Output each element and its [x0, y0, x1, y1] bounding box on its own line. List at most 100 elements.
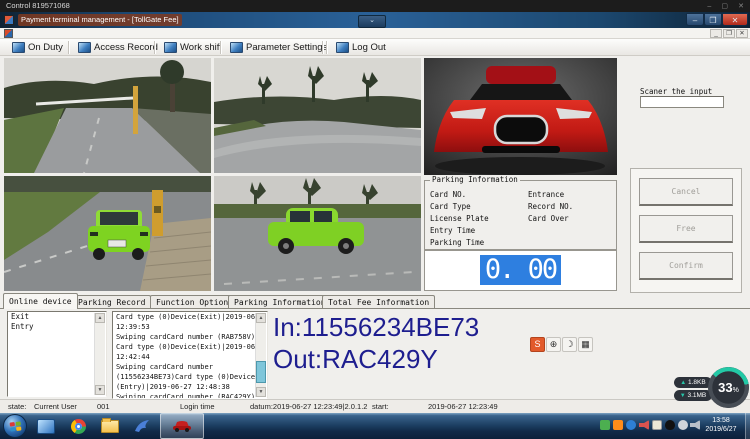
- taskbar-chrome-button[interactable]: [63, 413, 93, 439]
- record-no-label: Record NO.: [528, 202, 573, 211]
- cancel-button[interactable]: Cancel: [639, 178, 733, 206]
- blue-bird-icon: [134, 419, 150, 433]
- ime-logo-icon[interactable]: S: [530, 337, 545, 352]
- parameter-settings-button[interactable]: Parameter Settings: [226, 41, 331, 54]
- scroll-up-icon[interactable]: ▲: [95, 313, 105, 323]
- tray-orange-app-icon[interactable]: [613, 420, 623, 430]
- event-log-scrollbar[interactable]: ▲ ▼: [255, 313, 266, 397]
- upload-speed: 1.8KB: [688, 379, 706, 386]
- log-line: 12:42:44: [113, 352, 256, 362]
- window-minimize-button[interactable]: –: [686, 13, 704, 26]
- log-line: Card type (0)Device(Exit)|2019-06-27: [113, 342, 256, 352]
- minimize-icon[interactable]: –: [707, 3, 711, 10]
- scroll-down-icon[interactable]: ▼: [256, 387, 266, 397]
- start-button[interactable]: [3, 414, 27, 438]
- on-duty-label: On Duty: [28, 42, 63, 53]
- device-list[interactable]: Exit Entry ▲ ▼: [7, 311, 107, 397]
- camera-feed-top-left: [4, 58, 211, 173]
- log-line: Swiping cardCard number: [113, 362, 256, 372]
- confirm-button[interactable]: Confirm: [639, 252, 733, 280]
- access-record-label: Access Record: [94, 42, 158, 53]
- access-record-button[interactable]: Access Record: [74, 41, 162, 54]
- mdi-close-button[interactable]: ✕: [736, 29, 748, 38]
- tab-total-fee-information[interactable]: Total Fee Information: [322, 295, 435, 308]
- fee-amount: 0. 00: [480, 255, 561, 285]
- log-out-label: Log Out: [352, 42, 386, 53]
- maximize-icon[interactable]: ▢: [721, 3, 728, 10]
- entry-time-label: Entry Time: [430, 226, 475, 235]
- parameter-settings-label: Parameter Settings: [246, 42, 327, 53]
- log-out-button[interactable]: Log Out: [332, 41, 390, 54]
- close-icon[interactable]: ✕: [738, 3, 744, 10]
- ime-halfmoon-icon[interactable]: ☽: [562, 337, 577, 352]
- tray-flag-alert-icon[interactable]: [652, 420, 662, 430]
- tab-function-option[interactable]: Function Option: [150, 295, 234, 308]
- download-speed: 3.1MB: [687, 392, 706, 399]
- work-shift-icon: [164, 42, 177, 53]
- on-duty-button[interactable]: On Duty: [8, 41, 67, 54]
- net-percent: 33: [718, 380, 732, 395]
- event-log[interactable]: Card type (0)Device(Exit)|2019-06-27 12:…: [112, 311, 268, 399]
- vehicle-photo: [424, 58, 617, 175]
- window-close-button[interactable]: ✕: [722, 13, 748, 26]
- log-line: (Entry)|2019-06-27 12:48:38: [113, 382, 256, 392]
- tray-speaker-red-icon[interactable]: [639, 420, 649, 430]
- tray-teamviewer-icon[interactable]: [626, 420, 636, 430]
- camera-feed-bottom-right: [214, 176, 421, 291]
- parking-time-label: Parking Time: [430, 238, 484, 247]
- desktop-title: Control 819571068: [6, 0, 70, 12]
- work-shift-button[interactable]: Work shift: [160, 41, 226, 54]
- upload-arrow-icon: ▲: [680, 380, 686, 386]
- mdi-minimize-button[interactable]: _: [710, 29, 722, 38]
- free-button[interactable]: Free: [639, 215, 733, 243]
- on-duty-icon: [12, 42, 25, 53]
- state-label: state:: [8, 400, 26, 413]
- tab-parking-information[interactable]: Parking Information: [228, 295, 332, 308]
- window-title: Payment terminal management - [TollGate …: [18, 14, 182, 26]
- status-bar: state: Current User 001 Login time datum…: [0, 399, 750, 413]
- taskbar-media-app-button[interactable]: [127, 413, 157, 439]
- mdi-restore-button[interactable]: ❐: [723, 29, 735, 38]
- tray-sync-icon[interactable]: [678, 420, 688, 430]
- ime-keyboard-icon[interactable]: ▦: [578, 337, 593, 352]
- clock-time: 13:58: [698, 416, 744, 425]
- net-upload-pill: ▲ 1.8KB: [674, 377, 712, 388]
- taskbar-explorer-button[interactable]: [95, 413, 125, 439]
- toolbar-separator: [220, 41, 221, 54]
- tab-parking-record[interactable]: Parking Record: [72, 295, 151, 308]
- window-maximize-button[interactable]: ❐: [704, 13, 722, 26]
- show-desktop-button[interactable]: [745, 413, 750, 439]
- mdi-child-icon: [4, 29, 13, 38]
- tab-divider: [0, 308, 750, 309]
- net-percent-unit: %: [733, 387, 739, 394]
- tab-online-device[interactable]: Online device: [3, 293, 78, 309]
- device-list-scrollbar[interactable]: ▲ ▼: [94, 313, 105, 395]
- red-car-icon: [172, 419, 192, 433]
- net-monitor-circle[interactable]: 33%: [708, 367, 749, 408]
- plate-out-readout: Out:RAC429Y: [273, 344, 438, 375]
- tray-security-icon[interactable]: [600, 420, 610, 430]
- access-record-icon: [78, 42, 91, 53]
- scroll-up-icon[interactable]: ▲: [256, 313, 266, 323]
- tray-qq-penguin-icon[interactable]: [665, 420, 675, 430]
- scroll-down-icon[interactable]: ▼: [95, 385, 105, 395]
- toolbar-separator: [154, 41, 155, 54]
- list-item-exit[interactable]: Exit: [8, 312, 106, 322]
- app-icon: [4, 15, 14, 25]
- log-line: (11556234BE73)Card type (0)Device: [113, 372, 256, 382]
- folder-icon: [101, 420, 119, 433]
- camera-feed-top-right: [214, 58, 421, 173]
- taskbar-remote-desktop-button[interactable]: [31, 413, 61, 439]
- card-no-label: Card NO.: [430, 190, 466, 199]
- ime-fullwidth-icon[interactable]: ⊕: [546, 337, 561, 352]
- scrollbar-thumb[interactable]: [256, 361, 266, 383]
- taskbar-clock[interactable]: 13:58 2019/6/27: [698, 416, 744, 434]
- scanner-input[interactable]: [640, 96, 724, 108]
- list-item-entry[interactable]: Entry: [8, 322, 106, 332]
- chevron-down-icon[interactable]: ⌄: [358, 15, 386, 28]
- tab-strip: Online device Parking Record Function Op…: [0, 293, 750, 309]
- log-line: 12:39:53: [113, 322, 256, 332]
- start-value: 2019-06-27 12:23:49: [428, 400, 498, 413]
- taskbar-parking-app-button[interactable]: [160, 413, 204, 439]
- fee-display-box: 0. 00: [424, 250, 617, 291]
